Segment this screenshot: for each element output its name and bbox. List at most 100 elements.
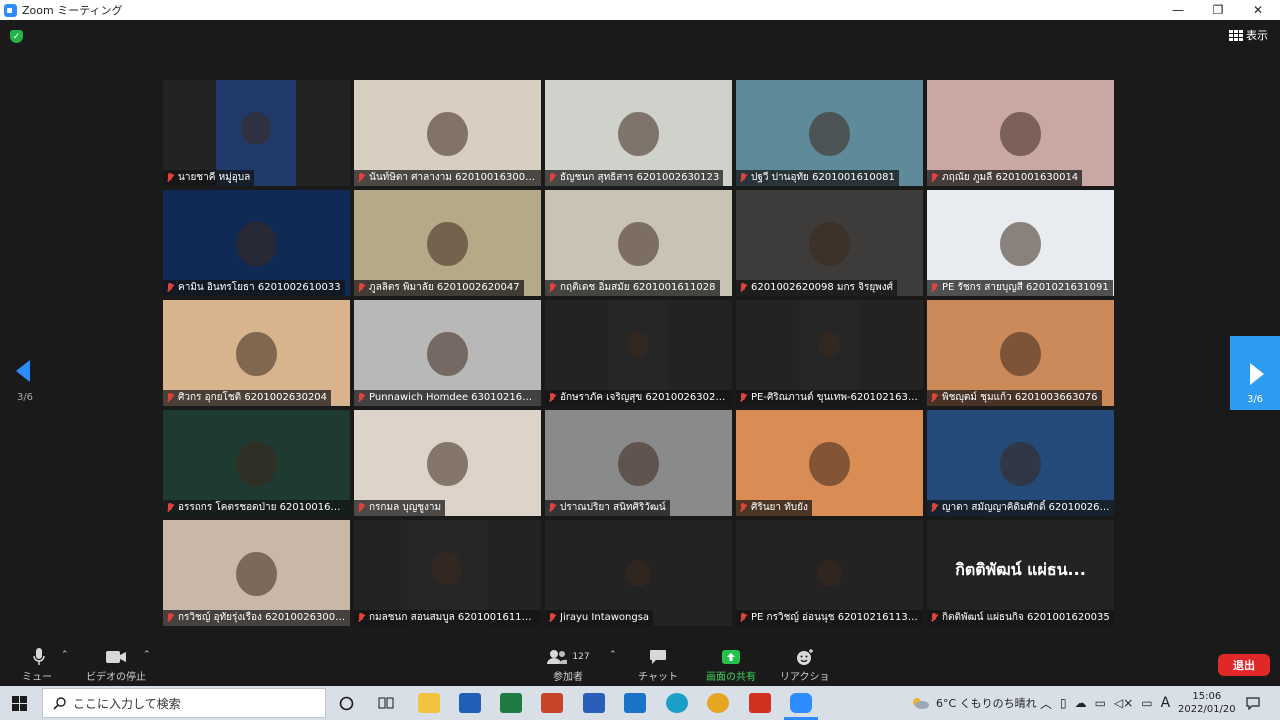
participant-name: ธัญชนก สุทธิสาร 6201002630123 — [560, 172, 720, 183]
ime-indicator[interactable]: A — [1161, 695, 1171, 711]
participant-tile[interactable]: กฤติเดช อิ่มสมัย 6201001611028 — [545, 190, 732, 296]
share-screen-button[interactable]: 画面の共有 — [702, 646, 760, 683]
mic-muted-icon — [548, 503, 556, 513]
mic-muted-icon — [548, 613, 556, 623]
share-screen-icon — [721, 646, 741, 668]
weather-widget[interactable]: 6°C くもりのち晴れ — [910, 686, 1037, 720]
mic-muted-icon — [739, 613, 747, 623]
mail-icon[interactable] — [624, 693, 646, 713]
onedrive-cloud-icon[interactable]: ☁ — [1075, 696, 1087, 710]
grid-view-icon — [1229, 29, 1243, 41]
participant-name-label: ภูลลิตร พิมาลัย 6201002620047 — [354, 280, 524, 296]
participant-tile[interactable]: ธัญชนก สุทธิสาร 6201002630123 — [545, 80, 732, 186]
participant-name-label: กฤติเดช อิ่มสมัย 6201001611028 — [545, 280, 720, 296]
chrome-browser-icon[interactable] — [707, 693, 729, 713]
participant-silhouette — [431, 551, 463, 586]
chat-bubble-icon — [649, 646, 667, 668]
participant-name: กฤติเดช อิ่มสมัย 6201001611028 — [560, 282, 716, 293]
participant-tile[interactable]: Jirayu Intawongsa — [545, 520, 732, 626]
minimize-button[interactable]: — — [1160, 0, 1196, 20]
mute-options-chevron-icon[interactable]: ⌃ — [61, 650, 69, 660]
participant-name: ญาดา สมัญญาคิดิมศักดิ์ 6201002620 — [942, 502, 1110, 513]
participant-tile[interactable]: 6201002620098 มกร จิรยุพงศ์ — [736, 190, 923, 296]
participant-tile[interactable]: ภฤณัย ภูมลี 6201001630014 — [927, 80, 1114, 186]
participant-tile[interactable]: ปราณปริยา สนิทศิริวัฒน์ — [545, 410, 732, 516]
participant-tile[interactable]: ศิรินยา ทับยัง — [736, 410, 923, 516]
participant-name-label: กรวิชญ์ อุทัยรุ่งเรือง 6201002630018 — [163, 610, 350, 626]
tray-chevron-up-icon[interactable]: ︿ — [1040, 695, 1052, 712]
participants-button[interactable]: 127 参加者 — [547, 646, 590, 683]
word-icon[interactable] — [583, 693, 605, 713]
tray-device-icon[interactable]: ▯ — [1060, 696, 1067, 710]
encryption-shield-icon[interactable]: ✓ — [10, 30, 23, 43]
tray-app-icon[interactable]: ▭ — [1095, 696, 1106, 710]
task-view-icon[interactable] — [378, 696, 394, 710]
participants-options-chevron-icon[interactable]: ⌃ — [609, 650, 617, 660]
participant-tile[interactable]: คามิน อินทรโยธา 6201002610033 — [163, 190, 350, 296]
mic-muted-icon — [166, 173, 174, 183]
participant-name-label: กิตติพัฒน์ แผ่ธนกิจ 6201001620035 — [927, 610, 1114, 626]
clock-date: 2022/01/20 — [1178, 704, 1236, 715]
stop-video-button[interactable]: ビデオの停止 — [86, 646, 146, 683]
participant-tile[interactable]: PE กรวิชญ์ อ่อนนุช 6201021611309 — [736, 520, 923, 626]
maximize-button[interactable]: ❐ — [1200, 0, 1236, 20]
participant-name-label: นันท์ษิตา ศาลางาม 6201001630090 — [354, 170, 541, 186]
participant-tile[interactable]: กรวิชญ์ อุทัยรุ่งเรือง 6201002630018 — [163, 520, 350, 626]
participant-video — [605, 540, 672, 606]
mic-muted-icon — [357, 393, 365, 403]
participant-silhouette — [625, 559, 652, 588]
previous-page-button[interactable]: 3/6 — [8, 336, 42, 410]
participant-tile[interactable]: กรกมล บุญชูงาม — [354, 410, 541, 516]
participant-silhouette — [809, 111, 850, 157]
participant-tile[interactable]: พิชญุตม์ ชุมแก้ว 6201003663076 — [927, 300, 1114, 406]
participant-tile[interactable]: กิตติพัฒน์ แผ่ธน... กิตติพัฒน์ แผ่ธนกิจ 6… — [927, 520, 1114, 626]
participant-tile[interactable]: นันท์ษิตา ศาลางาม 6201001630090 — [354, 80, 541, 186]
participant-tile[interactable]: PE รัชกร สายบุญสี 6201021631091 — [927, 190, 1114, 296]
notification-center-icon[interactable] — [1246, 686, 1260, 720]
participant-tile[interactable]: ศิวกร อุกยโชติ 6201002630204 — [163, 300, 350, 406]
cortana-icon[interactable] — [339, 696, 354, 711]
participant-name: อรรถกร โคตรชอดป่าย 62010016101 — [178, 502, 346, 513]
edge-browser-icon[interactable] — [666, 693, 688, 713]
powerpoint-icon[interactable] — [541, 693, 563, 713]
chat-button[interactable]: チャット — [638, 646, 678, 683]
clock-time: 15:06 — [1192, 691, 1222, 702]
leave-meeting-button[interactable]: 退出 — [1218, 654, 1270, 676]
participant-tile[interactable]: PE-ศิริณภานต์ ขุนเทพ-620102163209 — [736, 300, 923, 406]
participant-tile[interactable]: ปฐวี ปานอุทัย 6201001610081 — [736, 80, 923, 186]
zoom-taskbar-icon[interactable] — [790, 693, 812, 713]
participant-tile[interactable]: นายชาคี หมู่อุบล — [163, 80, 350, 186]
participant-tile[interactable]: กมลชนก สอนสมบูล 6201001611010 — [354, 520, 541, 626]
next-page-button[interactable]: 3/6 — [1230, 336, 1280, 410]
participant-tile[interactable]: ญาดา สมัญญาคิดิมศักดิ์ 6201002620 — [927, 410, 1114, 516]
participant-tile[interactable]: อรรถกร โคตรชอดป่าย 62010016101 — [163, 410, 350, 516]
volume-muted-icon[interactable]: ◁× — [1114, 696, 1133, 710]
search-placeholder: ここに入力して検索 — [73, 696, 181, 711]
view-button[interactable]: 表示 — [1229, 27, 1268, 43]
mic-muted-icon — [930, 393, 938, 403]
participants-label: 参加者 — [553, 672, 583, 683]
mic-muted-icon — [930, 613, 938, 623]
mic-muted-icon — [739, 173, 747, 183]
taskbar-search-box[interactable]: ここに入力して検索 — [42, 688, 326, 718]
participant-tile[interactable]: Punnawich Homdee 630102162067 — [354, 300, 541, 406]
participant-tile[interactable]: อักษราภัค เจริญสุข 6201002630255 — [545, 300, 732, 406]
participant-tile[interactable]: ภูลลิตร พิมาลัย 6201002620047 — [354, 190, 541, 296]
participant-silhouette — [1000, 441, 1041, 487]
windows-start-icon[interactable] — [12, 696, 27, 711]
participant-name-label: PE รัชกร สายบุญสี 6201021631091 — [927, 280, 1113, 296]
app-icon[interactable] — [749, 693, 771, 713]
close-button[interactable]: ✕ — [1240, 0, 1276, 20]
participant-name-label: ญาดา สมัญญาคิดิมศักดิ์ 6201002620 — [927, 500, 1114, 516]
participant-video — [796, 540, 863, 606]
microsoft-store-icon[interactable] — [459, 693, 481, 713]
participant-name: นันท์ษิตา ศาลางาม 6201001630090 — [369, 172, 537, 183]
clock[interactable]: 15:06 2022/01/20 — [1178, 686, 1236, 720]
participant-silhouette — [236, 441, 277, 487]
excel-icon[interactable] — [500, 693, 522, 713]
page-indicator-left: 3/6 — [16, 392, 34, 403]
network-icon[interactable]: ▭ — [1141, 696, 1152, 710]
file-explorer-icon[interactable] — [418, 693, 440, 713]
video-options-chevron-icon[interactable]: ⌃ — [143, 650, 151, 660]
participant-silhouette — [427, 441, 468, 487]
